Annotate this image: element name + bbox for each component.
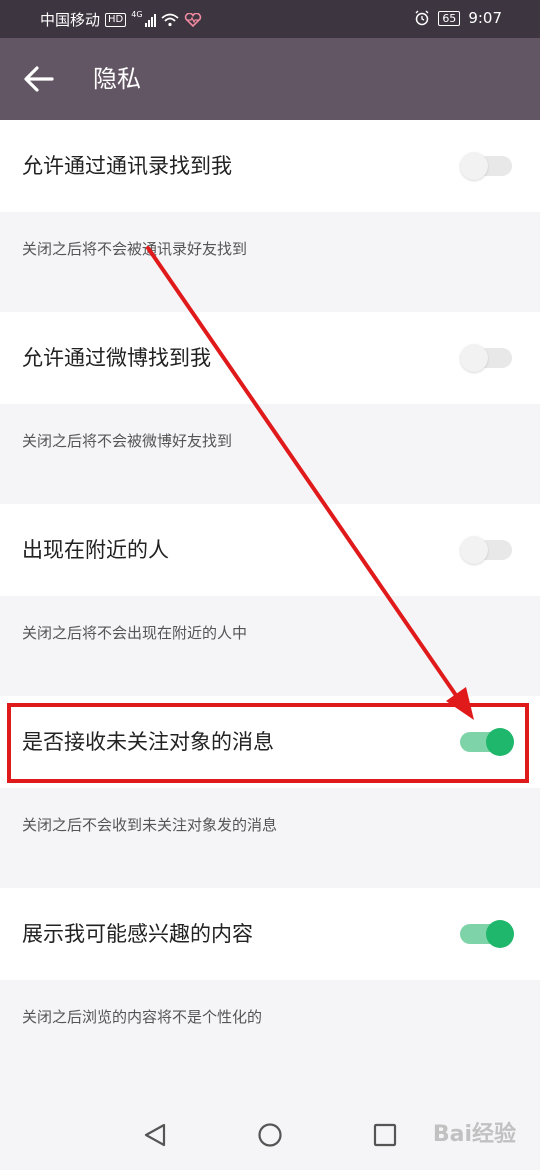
- description-text: 关闭之后浏览的内容将不是个性化的: [22, 1008, 263, 1026]
- app-bar: 隐私: [0, 38, 540, 120]
- setting-row: 展示我可能感兴趣的内容: [0, 888, 540, 980]
- setting-description: 关闭之后不会收到未关注对象发的消息: [0, 788, 540, 888]
- nearby-toggle[interactable]: [460, 536, 514, 564]
- setting-label: 允许通过通讯录找到我: [22, 154, 232, 178]
- setting-description: 关闭之后将不会被通讯录好友找到: [0, 212, 540, 312]
- battery-icon: 65: [438, 10, 461, 26]
- setting-label: 展示我可能感兴趣的内容: [22, 922, 253, 946]
- description-text: 关闭之后将不会被微博好友找到: [22, 432, 233, 450]
- recents-square-icon[interactable]: [372, 1122, 398, 1148]
- back-triangle-icon[interactable]: [142, 1122, 168, 1148]
- status-time: 9:07: [468, 9, 502, 27]
- setting-weibo: 允许通过微博找到我 关闭之后将不会被微博好友找到: [0, 312, 540, 504]
- setting-label: 允许通过微博找到我: [22, 346, 211, 370]
- arrow-left-icon[interactable]: [22, 62, 56, 96]
- setting-label: 出现在附近的人: [22, 538, 169, 562]
- description-text: 关闭之后不会收到未关注对象发的消息: [22, 816, 278, 834]
- status-bar: 中国移动 HD 4G 65 9:07: [0, 0, 540, 38]
- signal-icon: [144, 13, 156, 27]
- setting-description: 关闭之后将不会出现在附近的人中: [0, 596, 540, 696]
- wifi-icon: [160, 13, 179, 26]
- setting-row: 允许通过通讯录找到我: [0, 120, 540, 212]
- description-text: 关闭之后将不会出现在附近的人中: [22, 624, 248, 642]
- setting-row: 允许通过微博找到我: [0, 312, 540, 404]
- watermark: Bai经验: [432, 1122, 516, 1147]
- hd-badge: HD: [105, 12, 127, 27]
- setting-row: 出现在附近的人: [0, 504, 540, 596]
- personalized-content-toggle[interactable]: [460, 920, 514, 948]
- setting-contacts: 允许通过通讯录找到我 关闭之后将不会被通讯录好友找到: [0, 120, 540, 312]
- setting-nearby: 出现在附近的人 关闭之后将不会出现在附近的人中: [0, 504, 540, 696]
- setting-personalized-content: 展示我可能感兴趣的内容 关闭之后浏览的内容将不是个性化的: [0, 888, 540, 1080]
- highlight-box: [7, 703, 529, 783]
- setting-description: 关闭之后浏览的内容将不是个性化的: [0, 980, 540, 1080]
- weibo-toggle[interactable]: [460, 344, 514, 372]
- navigation-bar: Bai经验: [0, 1100, 540, 1170]
- network-type: 4G: [131, 10, 143, 19]
- page-title: 隐私: [93, 65, 141, 93]
- alarm-icon: [415, 10, 429, 26]
- setting-description: 关闭之后将不会被微博好友找到: [0, 404, 540, 504]
- health-icon: [184, 12, 201, 27]
- contacts-toggle[interactable]: [460, 152, 514, 180]
- status-right: 65 9:07: [414, 9, 502, 27]
- status-left: 中国移动 HD 4G: [40, 9, 202, 30]
- home-circle-icon[interactable]: [257, 1122, 283, 1148]
- description-text: 关闭之后将不会被通讯录好友找到: [22, 240, 248, 258]
- carrier-label: 中国移动: [40, 11, 101, 29]
